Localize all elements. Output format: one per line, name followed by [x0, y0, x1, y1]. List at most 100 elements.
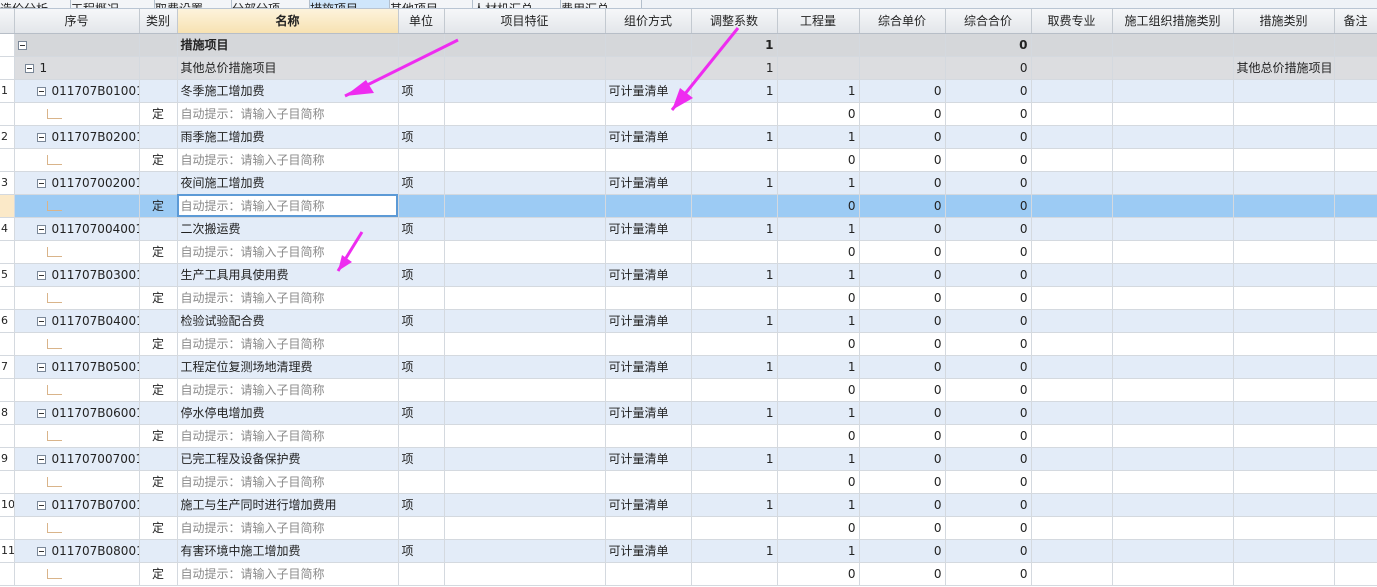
extra-cell[interactable] [1112, 539, 1234, 563]
sub-item-row[interactable]: 定自动提示：请输入子目简称 0 0 0 [0, 516, 1377, 540]
sub-name-input[interactable]: 自动提示：请输入子目简称 [177, 516, 399, 540]
extra-cell[interactable] [1334, 79, 1377, 103]
method-cell[interactable]: 可计量清单 [605, 125, 692, 149]
coef-cell[interactable] [691, 148, 778, 172]
total-cell[interactable]: 0 [945, 562, 1032, 586]
method-cell[interactable]: 可计量清单 [605, 447, 692, 471]
extra-cell[interactable] [1233, 194, 1335, 218]
extra-cell[interactable] [1334, 263, 1377, 287]
qty-cell[interactable]: 1 [777, 355, 860, 379]
extra-cell[interactable] [1334, 516, 1377, 540]
category-cell[interactable]: 定 [139, 424, 178, 448]
total-cell[interactable]: 0 [945, 355, 1032, 379]
sub-item-row[interactable]: 定自动提示：请输入子目简称 0 0 0 [0, 194, 1377, 218]
qty-cell[interactable]: 1 [777, 309, 860, 333]
code-cell[interactable]: 011707B03001 [14, 263, 140, 287]
feature-cell[interactable] [444, 562, 606, 586]
unit-cell[interactable]: 项 [398, 493, 445, 517]
collapse-item-icon[interactable] [36, 316, 46, 326]
extra-cell[interactable] [1031, 332, 1113, 356]
category-cell[interactable] [139, 217, 178, 241]
total-cell[interactable]: 0 [945, 148, 1032, 172]
extra-cell[interactable] [1334, 378, 1377, 402]
collapse-group-icon[interactable] [24, 63, 34, 73]
measure-item-row[interactable]: 5 011707B03001 生产工具用具使用费项可计量清单 1 1 0 0 [0, 263, 1377, 287]
extra-cell[interactable] [1233, 516, 1335, 540]
column-header-13[interactable]: 措施类别 [1233, 9, 1335, 34]
sub-name-input[interactable]: 自动提示：请输入子目简称 [177, 286, 399, 310]
feature-cell[interactable] [444, 309, 606, 333]
coef-cell[interactable]: 1 [691, 171, 778, 195]
extra-cell[interactable] [1233, 102, 1335, 126]
category-cell[interactable] [139, 79, 178, 103]
price-cell[interactable]: 0 [859, 424, 946, 448]
method-cell[interactable] [605, 516, 692, 540]
category-cell[interactable] [139, 56, 178, 80]
feature-cell[interactable] [444, 286, 606, 310]
code-cell[interactable]: 011707002001 [14, 171, 140, 195]
coef-cell[interactable] [691, 378, 778, 402]
price-cell[interactable]: 0 [859, 125, 946, 149]
coef-cell[interactable]: 1 [691, 493, 778, 517]
tab-6[interactable]: 人材机汇总 [473, 0, 561, 8]
extra-cell[interactable] [1112, 470, 1234, 494]
coef-cell[interactable]: 1 [691, 125, 778, 149]
measure-item-row[interactable]: 4 011707004001 二次搬运费项可计量清单 1 1 0 0 [0, 217, 1377, 241]
measure-item-row[interactable]: 8 011707B06001 停水停电增加费项可计量清单 1 1 0 0 [0, 401, 1377, 425]
price-cell[interactable]: 0 [859, 378, 946, 402]
coef-cell[interactable] [691, 194, 778, 218]
column-header-7[interactable]: 调整系数 [691, 9, 778, 34]
column-header-4[interactable]: 单位 [398, 9, 445, 34]
total-cell[interactable]: 0 [945, 33, 1032, 57]
unit-cell[interactable] [398, 102, 445, 126]
feature-cell[interactable] [444, 240, 606, 264]
price-cell[interactable]: 0 [859, 309, 946, 333]
extra-cell[interactable] [1334, 424, 1377, 448]
measure-item-row[interactable]: 7 011707B05001 工程定位复测场地清理费项可计量清单 1 1 0 0 [0, 355, 1377, 379]
collapse-item-icon[interactable] [36, 270, 46, 280]
extra-cell[interactable] [1334, 332, 1377, 356]
feature-cell[interactable] [444, 217, 606, 241]
seq-cell[interactable] [14, 33, 140, 57]
extra-cell[interactable] [1031, 447, 1113, 471]
extra-cell[interactable] [1112, 378, 1234, 402]
sub-item-row[interactable]: 定自动提示：请输入子目简称 0 0 0 [0, 378, 1377, 402]
total-cell[interactable]: 0 [945, 378, 1032, 402]
extra-cell[interactable] [1031, 148, 1113, 172]
extra-cell[interactable] [1112, 332, 1234, 356]
method-cell[interactable]: 可计量清单 [605, 171, 692, 195]
extra-cell[interactable] [1112, 401, 1234, 425]
feature-cell[interactable] [444, 378, 606, 402]
extra-cell[interactable] [1334, 194, 1377, 218]
extra-cell[interactable] [1233, 401, 1335, 425]
code-cell[interactable]: 011707B06001 [14, 401, 140, 425]
coef-cell[interactable] [691, 516, 778, 540]
price-cell[interactable]: 0 [859, 493, 946, 517]
name-cell[interactable]: 工程定位复测场地清理费 [177, 355, 399, 379]
extra-cell[interactable] [1233, 562, 1335, 586]
column-header-11[interactable]: 取费专业 [1031, 9, 1113, 34]
collapse-item-icon[interactable] [36, 224, 46, 234]
method-cell[interactable] [605, 562, 692, 586]
extra-cell[interactable] [1334, 355, 1377, 379]
feature-cell[interactable] [444, 125, 606, 149]
feature-cell[interactable] [444, 79, 606, 103]
category-cell[interactable]: 定 [139, 240, 178, 264]
qty-cell[interactable]: 0 [777, 424, 860, 448]
price-cell[interactable]: 0 [859, 355, 946, 379]
qty-cell[interactable]: 1 [777, 171, 860, 195]
extra-cell[interactable] [1031, 33, 1113, 57]
price-cell[interactable]: 0 [859, 332, 946, 356]
price-cell[interactable]: 0 [859, 194, 946, 218]
price-cell[interactable]: 0 [859, 79, 946, 103]
sub-item-row[interactable]: 定自动提示：请输入子目简称 0 0 0 [0, 240, 1377, 264]
sub-name-input[interactable]: 自动提示：请输入子目简称 [177, 470, 399, 494]
qty-cell[interactable]: 0 [777, 470, 860, 494]
total-cell[interactable]: 0 [945, 79, 1032, 103]
category-cell[interactable] [139, 171, 178, 195]
extra-cell[interactable] [1334, 286, 1377, 310]
qty-cell[interactable]: 1 [777, 79, 860, 103]
extra-cell[interactable] [1112, 171, 1234, 195]
name-cell[interactable]: 冬季施工增加费 [177, 79, 399, 103]
extra-cell[interactable] [1031, 102, 1113, 126]
